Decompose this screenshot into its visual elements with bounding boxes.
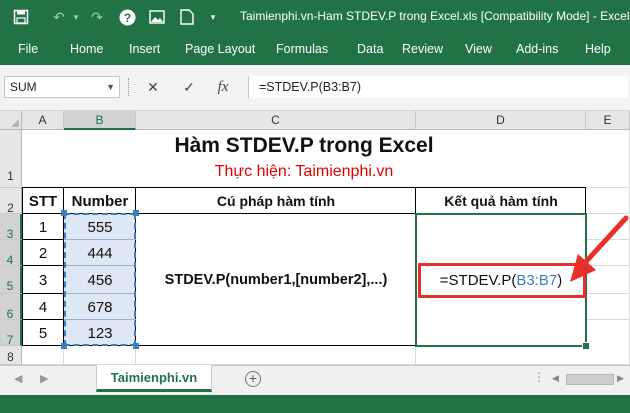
window-title: Taimienphi.vn-Ham STDEV.P trong Excel.xl… bbox=[240, 9, 630, 23]
syntax-cell[interactable]: STDEV.P(number1,[number2],...) bbox=[136, 214, 416, 346]
horizontal-scrollbar[interactable] bbox=[566, 374, 614, 385]
range-handle[interactable] bbox=[133, 210, 139, 216]
table-border bbox=[22, 265, 64, 266]
h-scroll-left-icon[interactable]: ◀ bbox=[552, 373, 559, 384]
range-handle[interactable] bbox=[61, 210, 67, 216]
row-header-4[interactable]: 4 bbox=[0, 240, 22, 267]
gridline bbox=[586, 319, 630, 320]
table-border bbox=[22, 187, 586, 188]
tab-add-ins[interactable]: Add-ins bbox=[516, 42, 558, 56]
formula-input[interactable]: =STDEV.P(B3:B7) bbox=[248, 76, 628, 98]
table-border bbox=[22, 239, 64, 240]
table-border bbox=[22, 187, 23, 346]
sheet-tab-bar: ◀ ▶ Taimienphi.vn + ⋮ ◀ ▶ bbox=[0, 365, 630, 395]
stt-cell[interactable]: 4 bbox=[22, 294, 64, 320]
insert-function-icon[interactable]: fx bbox=[214, 78, 232, 96]
fill-handle[interactable] bbox=[582, 342, 590, 350]
row-header-3[interactable]: 3 bbox=[0, 214, 22, 241]
add-sheet-icon[interactable]: + bbox=[245, 371, 261, 387]
sheet-title[interactable]: Hàm STDEV.P trong Excel bbox=[22, 130, 586, 162]
tab-home[interactable]: Home bbox=[70, 42, 103, 56]
row-header-7[interactable]: 7 bbox=[0, 320, 22, 347]
more-options-icon[interactable]: ⋮ bbox=[533, 370, 545, 384]
tab-help[interactable]: Help bbox=[585, 42, 611, 56]
table-border bbox=[22, 293, 64, 294]
cancel-icon[interactable]: ✕ bbox=[144, 78, 162, 96]
row-header-2[interactable]: 2 bbox=[0, 188, 22, 215]
column-header-c[interactable]: C bbox=[136, 111, 416, 130]
header-stt[interactable]: STT bbox=[22, 188, 64, 214]
table-border bbox=[22, 319, 64, 320]
formula-bar-separator bbox=[128, 78, 131, 96]
tab-view[interactable]: View bbox=[465, 42, 492, 56]
status-bar bbox=[0, 395, 630, 413]
tab-data[interactable]: Data bbox=[357, 42, 383, 56]
annotation-arrow-icon bbox=[570, 215, 629, 282]
stt-cell[interactable]: 3 bbox=[22, 266, 64, 294]
enter-icon[interactable]: ✓ bbox=[180, 78, 198, 96]
header-syntax[interactable]: Cú pháp hàm tính bbox=[136, 188, 416, 214]
help-icon[interactable]: ? bbox=[116, 6, 138, 28]
h-scroll-right-icon[interactable]: ▶ bbox=[617, 373, 624, 384]
undo-icon[interactable]: ↶ bbox=[48, 6, 70, 28]
scroll-left-icon[interactable]: ◀ bbox=[14, 372, 22, 385]
tab-insert[interactable]: Insert bbox=[129, 42, 160, 56]
formula-bar: SUM ▼ ✕ ✓ fx =STDEV.P(B3:B7) bbox=[0, 65, 630, 111]
row-header-6[interactable]: 6 bbox=[0, 294, 22, 321]
header-number[interactable]: Number bbox=[64, 188, 136, 214]
title-bar: ↶ ▼ ↷ ? ▾ Taimienphi.vn-Ham STDEV.P tron… bbox=[0, 0, 630, 35]
tab-file[interactable]: File bbox=[18, 42, 38, 56]
select-all-corner[interactable] bbox=[0, 111, 22, 130]
document-icon[interactable] bbox=[176, 6, 198, 28]
tab-formulas[interactable]: Formulas bbox=[276, 42, 328, 56]
column-header-a[interactable]: A bbox=[22, 111, 64, 130]
sheet-tab-taimienphi[interactable]: Taimienphi.vn bbox=[96, 365, 212, 392]
tab-page-layout[interactable]: Page Layout bbox=[185, 42, 255, 56]
svg-text:?: ? bbox=[123, 11, 130, 25]
stt-cell[interactable]: 1 bbox=[22, 214, 64, 240]
column-header-e[interactable]: E bbox=[586, 111, 630, 130]
range-handle[interactable] bbox=[61, 343, 67, 349]
picture-icon[interactable] bbox=[146, 6, 168, 28]
stt-cell[interactable]: 5 bbox=[22, 320, 64, 346]
row-header-1[interactable]: 1 bbox=[0, 130, 22, 188]
undo-dropdown-icon[interactable]: ▼ bbox=[70, 6, 82, 28]
sheet-subtitle[interactable]: Thực hiện: Taimienphi.vn bbox=[22, 160, 586, 184]
name-box-value: SUM bbox=[10, 80, 37, 94]
customize-toolbar-icon[interactable]: ▾ bbox=[206, 6, 220, 28]
redo-icon[interactable]: ↷ bbox=[86, 6, 108, 28]
scroll-right-icon[interactable]: ▶ bbox=[40, 372, 48, 385]
gridline bbox=[586, 293, 630, 294]
column-header-b[interactable]: B bbox=[64, 111, 136, 130]
column-header-d[interactable]: D bbox=[416, 111, 586, 130]
range-handle[interactable] bbox=[133, 343, 139, 349]
row-header-8[interactable]: 8 bbox=[0, 346, 22, 365]
name-box-dropdown-icon[interactable]: ▼ bbox=[106, 77, 115, 97]
gridline bbox=[415, 346, 416, 365]
stt-cell[interactable]: 2 bbox=[22, 240, 64, 266]
row-header-5[interactable]: 5 bbox=[0, 266, 22, 294]
reference-range-outline bbox=[64, 213, 136, 346]
name-box[interactable]: SUM ▼ bbox=[4, 76, 120, 98]
ribbon-tabs: File Home Insert Page Layout Formulas Da… bbox=[0, 35, 630, 65]
save-icon[interactable] bbox=[10, 6, 32, 28]
tab-review[interactable]: Review bbox=[402, 42, 443, 56]
